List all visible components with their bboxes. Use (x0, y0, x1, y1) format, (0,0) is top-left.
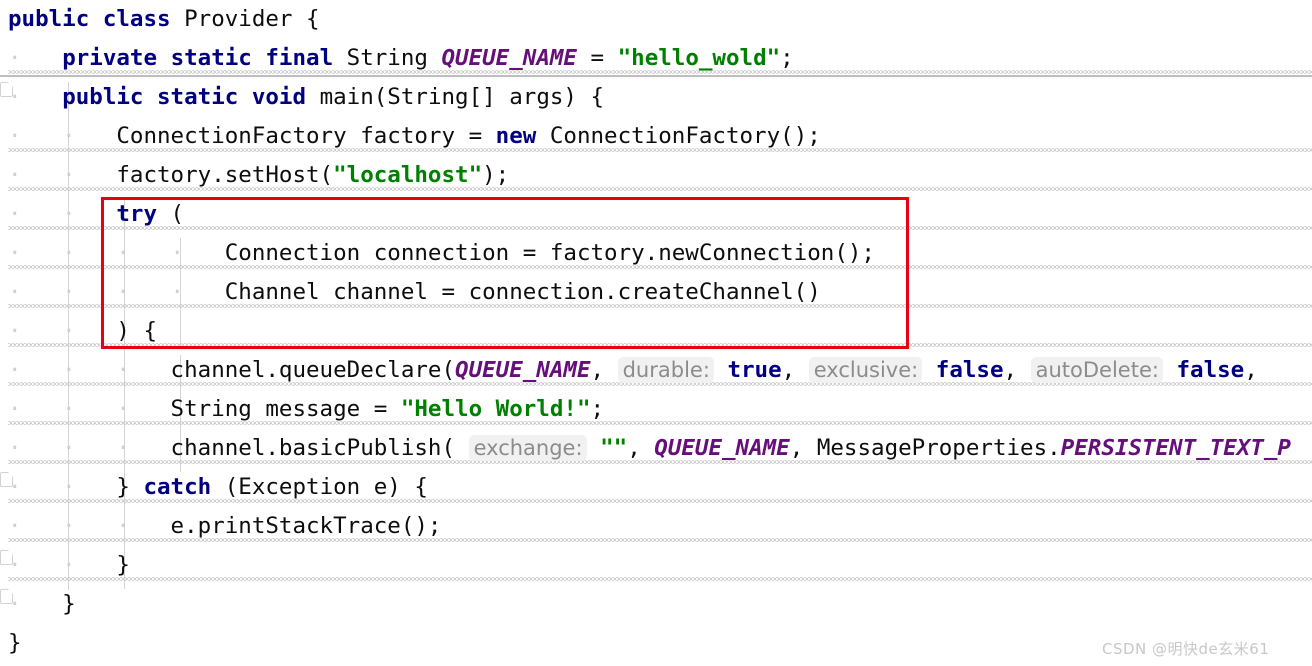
code-line[interactable]: } (0, 585, 1312, 624)
keyword-token: static (170, 45, 252, 71)
code-token: channel.queueDeclare( (8, 357, 456, 383)
code-token: ConnectionFactory factory = (8, 123, 496, 149)
code-token: ( (157, 201, 185, 227)
constant-token: QUEUE_NAME (455, 357, 591, 383)
code-token: , MessageProperties. (789, 435, 1061, 461)
code-token: String (333, 45, 442, 71)
code-fold-marker[interactable] (0, 82, 13, 97)
constant-token: QUEUE_NAME (654, 435, 790, 461)
string-literal-token: "" (600, 435, 628, 461)
code-token: ) { (8, 318, 158, 344)
code-line[interactable]: public class Provider { (0, 0, 1312, 39)
keyword-token: false (935, 357, 1004, 383)
code-token: , (1003, 357, 1031, 383)
code-token: channel.basicPublish( (8, 435, 469, 461)
code-token: Channel channel = connection.createChann… (8, 279, 821, 305)
code-line[interactable]: ConnectionFactory factory = new Connecti… (0, 117, 1312, 156)
code-line[interactable]: try ( (0, 195, 1312, 234)
code-line[interactable]: Connection connection = factory.newConne… (0, 234, 1312, 273)
code-token: e.printStackTrace(); (8, 513, 442, 539)
string-literal-token: "localhost" (333, 162, 483, 188)
code-token: , (781, 357, 809, 383)
keyword-token: false (1176, 357, 1245, 383)
csdn-watermark: CSDN @明快de玄米61 (1102, 640, 1270, 658)
code-token: } (8, 474, 144, 500)
code-line[interactable]: private static final String QUEUE_NAME =… (0, 39, 1312, 78)
constant-token: PERSISTENT_TEXT_P (1060, 435, 1291, 461)
code-line[interactable]: String message = "Hello World!"; (0, 390, 1312, 429)
keyword-token: final (265, 45, 334, 71)
code-token: Connection connection = factory.newConne… (8, 240, 875, 266)
parameter-hint: autoDelete: (1030, 357, 1163, 383)
code-line[interactable]: e.printStackTrace(); (0, 507, 1312, 546)
parameter-hint: exclusive: (808, 357, 923, 383)
code-token: factory.setHost( (8, 162, 334, 188)
code-token: } (8, 630, 22, 656)
code-fold-marker[interactable] (0, 589, 13, 604)
code-token: } (8, 552, 130, 578)
code-token: , (590, 357, 618, 383)
keyword-token: try (116, 201, 158, 227)
code-token: ); (482, 162, 510, 188)
parameter-hint: exchange: (468, 435, 587, 461)
string-literal-token: "hello_wold" (617, 45, 781, 71)
keyword-token: public (62, 84, 144, 110)
code-token: , (1244, 357, 1258, 383)
code-line[interactable]: channel.queueDeclare(QUEUE_NAME, durable… (0, 351, 1312, 390)
code-token: String message = (8, 396, 401, 422)
code-editor[interactable]: public class Provider {· private static … (0, 0, 1312, 666)
keyword-token: static (157, 84, 239, 110)
code-line[interactable]: public static void main(String[] args) { (0, 78, 1312, 117)
code-token: , (627, 435, 655, 461)
keyword-token: private (62, 45, 158, 71)
code-fold-marker[interactable] (0, 550, 13, 565)
keyword-token: public (8, 6, 90, 32)
code-line[interactable]: } (0, 546, 1312, 585)
keyword-token: new (495, 123, 537, 149)
string-literal-token: "Hello World!" (400, 396, 591, 422)
keyword-token: true (727, 357, 782, 383)
keyword-token: void (251, 84, 307, 110)
code-token: ConnectionFactory(); (536, 123, 821, 149)
code-line[interactable]: } catch (Exception e) { (0, 468, 1312, 507)
code-line[interactable]: channel.basicPublish( exchange: "", QUEU… (0, 429, 1312, 468)
code-token: = (576, 45, 618, 71)
code-token: (Exception e) { (211, 474, 428, 500)
keyword-token: class (102, 6, 171, 32)
parameter-hint: durable: (617, 357, 714, 383)
code-token: main(String[] args) { (306, 84, 605, 110)
constant-token: QUEUE_NAME (441, 45, 577, 71)
code-line[interactable]: factory.setHost("localhost"); (0, 156, 1312, 195)
keyword-token: catch (143, 474, 212, 500)
code-token: ; (780, 45, 794, 71)
code-token: ; (590, 396, 605, 422)
code-line[interactable]: ) { (0, 312, 1312, 351)
code-token: Provider { (170, 6, 320, 32)
code-fold-marker[interactable] (0, 472, 13, 487)
code-token: } (8, 591, 76, 617)
code-line[interactable]: Channel channel = connection.createChann… (0, 273, 1312, 312)
